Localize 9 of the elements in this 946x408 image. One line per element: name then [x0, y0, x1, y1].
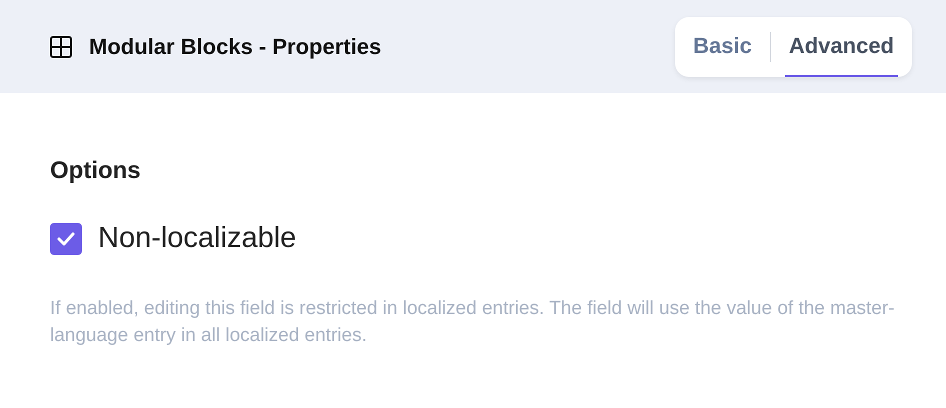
checkbox[interactable] [50, 222, 82, 255]
checkbox-label[interactable]: Non-localizable [98, 217, 296, 260]
section-heading: Options [50, 156, 142, 186]
tab[interactable]: Basic [689, 16, 756, 76]
grid-icon [49, 34, 73, 58]
panel-title: Modular Blocks - Properties [89, 33, 382, 61]
help-text: If enabled, editing this field is restricted in localized entries. The field will use the value of the master-language entry in all localized entries. [50, 296, 896, 348]
tab[interactable]: Advanced [784, 16, 898, 76]
check-icon [57, 232, 75, 246]
